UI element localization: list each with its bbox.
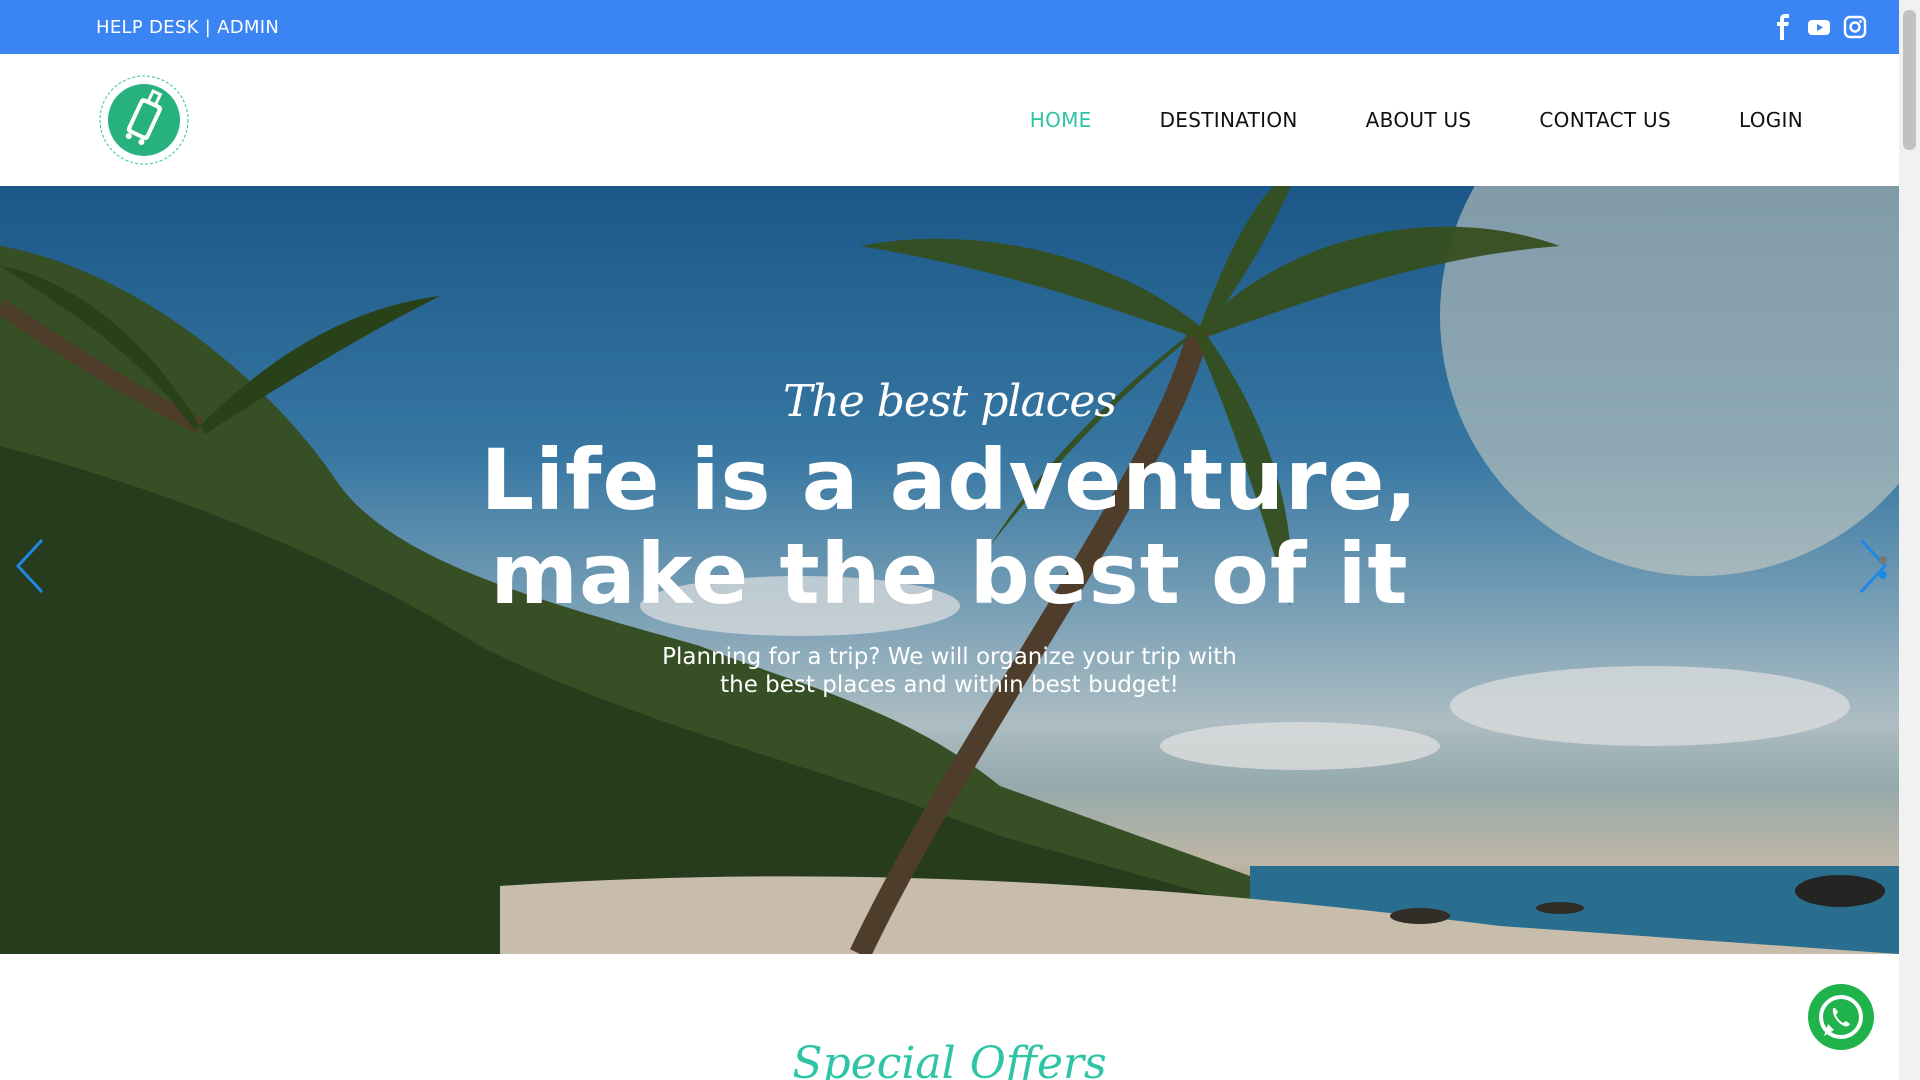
- hero-carousel: The best places Life is a adventure, mak…: [0, 186, 1899, 954]
- special-offers-title: Special Offers: [792, 1038, 1107, 1080]
- nav-login[interactable]: LOGIN: [1739, 108, 1803, 132]
- top-links: HELP DESK | ADMIN: [96, 17, 279, 38]
- whatsapp-button[interactable]: [1808, 984, 1874, 1050]
- carousel-indicators: [1879, 556, 1887, 579]
- site-logo[interactable]: [96, 64, 196, 174]
- page-scrollbar[interactable]: [1899, 0, 1920, 1080]
- help-desk-link[interactable]: HELP DESK: [96, 17, 199, 38]
- instagram-icon[interactable]: [1843, 14, 1867, 40]
- hero-kicker: The best places: [783, 376, 1117, 427]
- social-links: [1771, 14, 1867, 40]
- nav-about-us[interactable]: ABOUT US: [1366, 108, 1472, 132]
- hero-subtitle: Planning for a trip? We will organize yo…: [0, 643, 1899, 699]
- carousel-dot-2[interactable]: [1879, 571, 1887, 579]
- top-bar: HELP DESK | ADMIN: [0, 0, 1899, 54]
- hero-caption: The best places Life is a adventure, mak…: [0, 376, 1899, 699]
- youtube-icon[interactable]: [1807, 14, 1831, 40]
- nav-destination[interactable]: DESTINATION: [1160, 108, 1298, 132]
- hero-headline-line-2: make the best of it: [490, 525, 1409, 623]
- facebook-icon[interactable]: [1771, 14, 1795, 40]
- admin-link[interactable]: ADMIN: [217, 17, 279, 38]
- nav-home[interactable]: HOME: [1030, 108, 1092, 132]
- top-links-separator: |: [204, 17, 212, 38]
- hero-subtitle-line-1: Planning for a trip? We will organize yo…: [662, 644, 1237, 670]
- scrollbar-thumb[interactable]: [1903, 10, 1916, 150]
- nav-contact-us[interactable]: CONTACT US: [1539, 108, 1671, 132]
- carousel-dot-1[interactable]: [1879, 556, 1887, 564]
- main-nav: HOME DESTINATION ABOUT US CONTACT US LOG…: [1030, 108, 1803, 132]
- hero-subtitle-line-2: the best places and within best budget!: [720, 672, 1179, 698]
- hero-headline: Life is a adventure, make the best of it: [0, 433, 1899, 621]
- main-header: HOME DESTINATION ABOUT US CONTACT US LOG…: [0, 54, 1899, 186]
- whatsapp-icon: [1819, 995, 1863, 1039]
- hero-headline-line-1: Life is a adventure,: [480, 431, 1419, 529]
- carousel-prev-button[interactable]: [12, 536, 52, 596]
